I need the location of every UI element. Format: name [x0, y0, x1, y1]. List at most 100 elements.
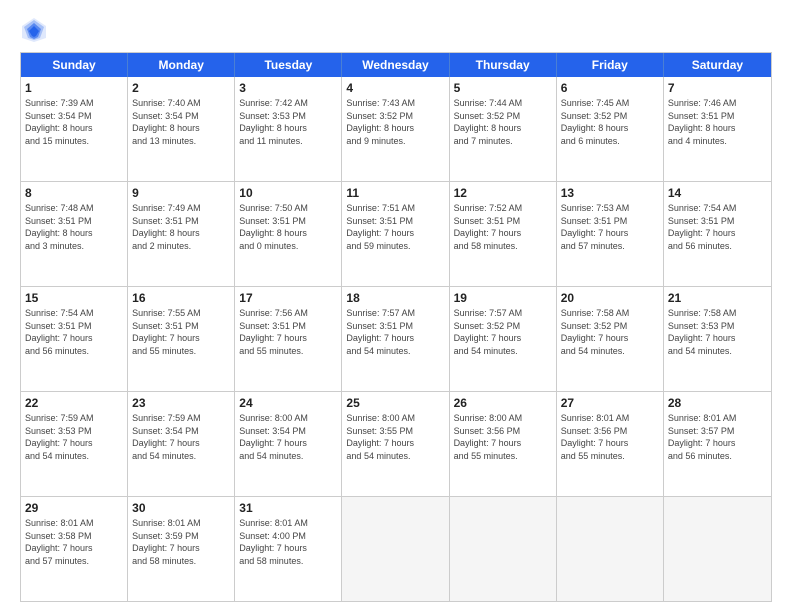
- day-number: 15: [25, 290, 123, 306]
- day-number: 12: [454, 185, 552, 201]
- calendar-cell: 5Sunrise: 7:44 AM Sunset: 3:52 PM Daylig…: [450, 77, 557, 181]
- day-info: Sunrise: 7:45 AM Sunset: 3:52 PM Dayligh…: [561, 97, 659, 147]
- header: [20, 16, 772, 44]
- day-info: Sunrise: 7:48 AM Sunset: 3:51 PM Dayligh…: [25, 202, 123, 252]
- day-number: 31: [239, 500, 337, 516]
- day-number: 22: [25, 395, 123, 411]
- calendar-cell: 22Sunrise: 7:59 AM Sunset: 3:53 PM Dayli…: [21, 392, 128, 496]
- calendar-cell: 4Sunrise: 7:43 AM Sunset: 3:52 PM Daylig…: [342, 77, 449, 181]
- day-number: 7: [668, 80, 767, 96]
- day-info: Sunrise: 7:53 AM Sunset: 3:51 PM Dayligh…: [561, 202, 659, 252]
- calendar-cell: 13Sunrise: 7:53 AM Sunset: 3:51 PM Dayli…: [557, 182, 664, 286]
- day-info: Sunrise: 7:40 AM Sunset: 3:54 PM Dayligh…: [132, 97, 230, 147]
- weekday-header-friday: Friday: [557, 53, 664, 77]
- calendar-cell: 16Sunrise: 7:55 AM Sunset: 3:51 PM Dayli…: [128, 287, 235, 391]
- calendar-cell: [342, 497, 449, 601]
- calendar-cell: 20Sunrise: 7:58 AM Sunset: 3:52 PM Dayli…: [557, 287, 664, 391]
- calendar-row-4: 22Sunrise: 7:59 AM Sunset: 3:53 PM Dayli…: [21, 392, 771, 497]
- calendar-row-3: 15Sunrise: 7:54 AM Sunset: 3:51 PM Dayli…: [21, 287, 771, 392]
- day-number: 26: [454, 395, 552, 411]
- calendar-cell: 30Sunrise: 8:01 AM Sunset: 3:59 PM Dayli…: [128, 497, 235, 601]
- calendar-cell: 23Sunrise: 7:59 AM Sunset: 3:54 PM Dayli…: [128, 392, 235, 496]
- calendar-cell: 11Sunrise: 7:51 AM Sunset: 3:51 PM Dayli…: [342, 182, 449, 286]
- day-info: Sunrise: 7:54 AM Sunset: 3:51 PM Dayligh…: [668, 202, 767, 252]
- day-info: Sunrise: 8:01 AM Sunset: 3:56 PM Dayligh…: [561, 412, 659, 462]
- day-info: Sunrise: 8:01 AM Sunset: 3:59 PM Dayligh…: [132, 517, 230, 567]
- calendar-cell: [450, 497, 557, 601]
- calendar-cell: 6Sunrise: 7:45 AM Sunset: 3:52 PM Daylig…: [557, 77, 664, 181]
- day-info: Sunrise: 8:01 AM Sunset: 3:57 PM Dayligh…: [668, 412, 767, 462]
- day-number: 29: [25, 500, 123, 516]
- day-info: Sunrise: 8:00 AM Sunset: 3:55 PM Dayligh…: [346, 412, 444, 462]
- day-number: 10: [239, 185, 337, 201]
- calendar-row-1: 1Sunrise: 7:39 AM Sunset: 3:54 PM Daylig…: [21, 77, 771, 182]
- calendar-cell: 7Sunrise: 7:46 AM Sunset: 3:51 PM Daylig…: [664, 77, 771, 181]
- calendar-cell: 26Sunrise: 8:00 AM Sunset: 3:56 PM Dayli…: [450, 392, 557, 496]
- day-number: 28: [668, 395, 767, 411]
- day-number: 27: [561, 395, 659, 411]
- day-info: Sunrise: 7:59 AM Sunset: 3:53 PM Dayligh…: [25, 412, 123, 462]
- calendar-cell: 28Sunrise: 8:01 AM Sunset: 3:57 PM Dayli…: [664, 392, 771, 496]
- calendar-cell: 9Sunrise: 7:49 AM Sunset: 3:51 PM Daylig…: [128, 182, 235, 286]
- calendar-cell: 21Sunrise: 7:58 AM Sunset: 3:53 PM Dayli…: [664, 287, 771, 391]
- day-info: Sunrise: 7:59 AM Sunset: 3:54 PM Dayligh…: [132, 412, 230, 462]
- day-info: Sunrise: 7:55 AM Sunset: 3:51 PM Dayligh…: [132, 307, 230, 357]
- day-number: 18: [346, 290, 444, 306]
- day-info: Sunrise: 7:49 AM Sunset: 3:51 PM Dayligh…: [132, 202, 230, 252]
- weekday-header-thursday: Thursday: [450, 53, 557, 77]
- calendar-header: SundayMondayTuesdayWednesdayThursdayFrid…: [21, 53, 771, 77]
- day-info: Sunrise: 7:43 AM Sunset: 3:52 PM Dayligh…: [346, 97, 444, 147]
- day-info: Sunrise: 7:42 AM Sunset: 3:53 PM Dayligh…: [239, 97, 337, 147]
- calendar-cell: 27Sunrise: 8:01 AM Sunset: 3:56 PM Dayli…: [557, 392, 664, 496]
- calendar-cell: 3Sunrise: 7:42 AM Sunset: 3:53 PM Daylig…: [235, 77, 342, 181]
- day-info: Sunrise: 7:51 AM Sunset: 3:51 PM Dayligh…: [346, 202, 444, 252]
- calendar-row-2: 8Sunrise: 7:48 AM Sunset: 3:51 PM Daylig…: [21, 182, 771, 287]
- calendar-cell: 10Sunrise: 7:50 AM Sunset: 3:51 PM Dayli…: [235, 182, 342, 286]
- day-number: 4: [346, 80, 444, 96]
- day-info: Sunrise: 8:00 AM Sunset: 3:56 PM Dayligh…: [454, 412, 552, 462]
- day-info: Sunrise: 8:01 AM Sunset: 3:58 PM Dayligh…: [25, 517, 123, 567]
- day-info: Sunrise: 7:57 AM Sunset: 3:51 PM Dayligh…: [346, 307, 444, 357]
- calendar-cell: 14Sunrise: 7:54 AM Sunset: 3:51 PM Dayli…: [664, 182, 771, 286]
- calendar-cell: 1Sunrise: 7:39 AM Sunset: 3:54 PM Daylig…: [21, 77, 128, 181]
- day-number: 6: [561, 80, 659, 96]
- day-number: 14: [668, 185, 767, 201]
- day-number: 16: [132, 290, 230, 306]
- weekday-header-tuesday: Tuesday: [235, 53, 342, 77]
- calendar-body: 1Sunrise: 7:39 AM Sunset: 3:54 PM Daylig…: [21, 77, 771, 601]
- calendar-cell: 24Sunrise: 8:00 AM Sunset: 3:54 PM Dayli…: [235, 392, 342, 496]
- day-number: 20: [561, 290, 659, 306]
- day-number: 21: [668, 290, 767, 306]
- logo: [20, 16, 50, 44]
- day-number: 19: [454, 290, 552, 306]
- calendar-cell: 25Sunrise: 8:00 AM Sunset: 3:55 PM Dayli…: [342, 392, 449, 496]
- page: SundayMondayTuesdayWednesdayThursdayFrid…: [0, 0, 792, 612]
- calendar-cell: 17Sunrise: 7:56 AM Sunset: 3:51 PM Dayli…: [235, 287, 342, 391]
- day-info: Sunrise: 7:46 AM Sunset: 3:51 PM Dayligh…: [668, 97, 767, 147]
- calendar-cell: 2Sunrise: 7:40 AM Sunset: 3:54 PM Daylig…: [128, 77, 235, 181]
- logo-icon: [20, 16, 48, 44]
- day-info: Sunrise: 7:57 AM Sunset: 3:52 PM Dayligh…: [454, 307, 552, 357]
- weekday-header-sunday: Sunday: [21, 53, 128, 77]
- calendar-row-5: 29Sunrise: 8:01 AM Sunset: 3:58 PM Dayli…: [21, 497, 771, 601]
- calendar-cell: 31Sunrise: 8:01 AM Sunset: 4:00 PM Dayli…: [235, 497, 342, 601]
- day-number: 5: [454, 80, 552, 96]
- calendar-cell: 19Sunrise: 7:57 AM Sunset: 3:52 PM Dayli…: [450, 287, 557, 391]
- calendar-cell: [664, 497, 771, 601]
- calendar-cell: 29Sunrise: 8:01 AM Sunset: 3:58 PM Dayli…: [21, 497, 128, 601]
- day-number: 13: [561, 185, 659, 201]
- day-info: Sunrise: 7:39 AM Sunset: 3:54 PM Dayligh…: [25, 97, 123, 147]
- day-info: Sunrise: 7:54 AM Sunset: 3:51 PM Dayligh…: [25, 307, 123, 357]
- day-info: Sunrise: 7:58 AM Sunset: 3:52 PM Dayligh…: [561, 307, 659, 357]
- day-info: Sunrise: 7:44 AM Sunset: 3:52 PM Dayligh…: [454, 97, 552, 147]
- day-info: Sunrise: 7:56 AM Sunset: 3:51 PM Dayligh…: [239, 307, 337, 357]
- day-number: 17: [239, 290, 337, 306]
- calendar-cell: 18Sunrise: 7:57 AM Sunset: 3:51 PM Dayli…: [342, 287, 449, 391]
- day-info: Sunrise: 8:00 AM Sunset: 3:54 PM Dayligh…: [239, 412, 337, 462]
- day-number: 25: [346, 395, 444, 411]
- calendar-container: SundayMondayTuesdayWednesdayThursdayFrid…: [20, 52, 772, 602]
- weekday-header-saturday: Saturday: [664, 53, 771, 77]
- day-info: Sunrise: 7:58 AM Sunset: 3:53 PM Dayligh…: [668, 307, 767, 357]
- day-number: 9: [132, 185, 230, 201]
- day-number: 2: [132, 80, 230, 96]
